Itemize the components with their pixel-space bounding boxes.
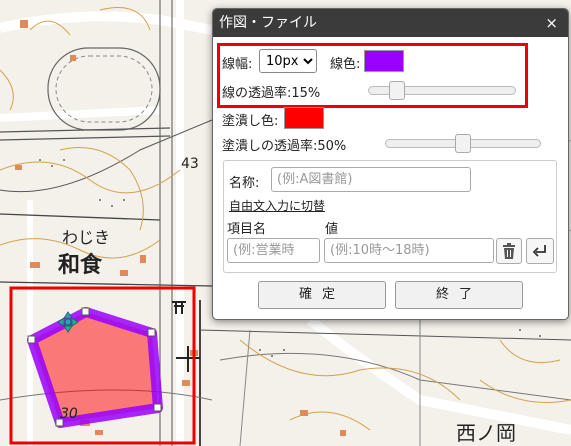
place-name-bottom: 西ノ岡 [456,421,516,445]
place-name: 和食 [58,252,103,278]
name-input[interactable] [271,167,471,192]
place-reading: わじき [62,228,110,247]
fill-color-swatch[interactable] [284,107,324,129]
fill-opacity-handle[interactable] [455,134,471,153]
vertex-handle[interactable] [153,403,162,412]
line-width-select[interactable]: 10px [259,49,317,73]
delete-row-button[interactable] [496,238,522,264]
free-text-toggle-link[interactable]: 自由文入力に切替 [229,197,325,214]
confirm-button[interactable]: 確定 [258,281,386,309]
item-name-header: 項目名 [227,222,267,237]
item-name-input[interactable] [227,238,320,263]
vertex-handle[interactable] [55,418,64,427]
draw-file-dialog: 作図・ファイル × 線幅: 10px 線色: 線の透過率:15% 塗潰し色: 塗… [212,8,569,320]
trash-icon [503,243,515,259]
vertex-handle[interactable] [27,335,36,344]
value-header: 値 [325,222,339,237]
elevation-label: 43 [181,156,199,172]
fill-opacity-label: 塗潰しの透過率:50% [222,139,347,154]
name-label: 名称: [229,176,260,191]
finish-button[interactable]: 終了 [395,281,523,309]
fill-opacity-slider[interactable] [385,134,541,153]
vertex-handle[interactable] [147,328,156,337]
line-color-swatch[interactable] [364,50,404,72]
fill-color-label: 塗潰し色: [222,114,279,129]
vertex-handle[interactable] [81,307,90,316]
close-icon[interactable]: × [545,9,558,37]
line-opacity-label: 線の透過率:15% [222,86,321,101]
line-width-label: 線幅: [222,57,253,72]
dialog-header[interactable]: 作図・ファイル × [213,9,568,37]
value-input[interactable] [324,238,494,263]
line-opacity-handle[interactable] [389,81,405,100]
return-icon [532,245,546,257]
dialog-title: 作図・ファイル [219,15,317,31]
line-color-label: 線色: [330,57,361,72]
line-opacity-slider[interactable] [368,81,516,100]
drawn-polygon[interactable] [27,307,163,428]
add-row-button[interactable] [526,238,554,264]
